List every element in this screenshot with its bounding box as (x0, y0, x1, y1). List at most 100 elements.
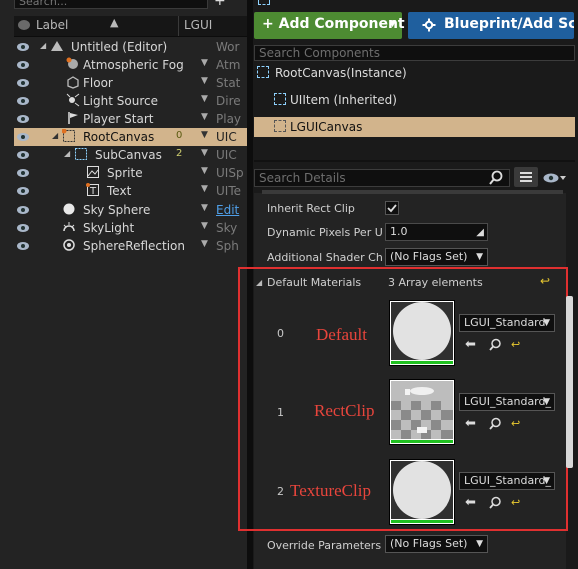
component-label: RootCanvas(Instance) (275, 66, 407, 80)
reflection-capture-icon (62, 238, 76, 252)
dynamic-pixels-label: Dynamic Pixels Per Un (267, 226, 382, 239)
visibility-eye-icon[interactable] (17, 97, 29, 105)
outliner-row-subcanvas[interactable]: ◢ SubCanvas 2 ▼ UIC (14, 146, 247, 164)
type-dropdown-icon[interactable]: ▼ (201, 58, 208, 68)
outliner-row-sky-sphere[interactable]: Sky Sphere ▼ Edit (14, 201, 247, 219)
text-icon: T (86, 183, 100, 197)
static-mesh-icon (66, 75, 80, 89)
row-label: SkyLight (83, 221, 135, 235)
component-label: LGUICanvas (290, 120, 363, 134)
canvas-component-icon (257, 66, 269, 78)
search-components-input[interactable]: Search Components (254, 45, 575, 61)
override-parameters-combo[interactable]: (No Flags Set) ▼ (385, 535, 488, 553)
row-type: Sky (216, 221, 238, 235)
type-dropdown-icon[interactable]: ▼ (201, 94, 208, 104)
outliner-row-sprite[interactable]: Sprite ▼ UISp (14, 164, 247, 182)
uiitem-component-icon (274, 93, 286, 105)
row-label: Sky Sphere (83, 203, 151, 217)
row-label: Player Start (83, 112, 154, 126)
visibility-eye-icon[interactable] (17, 79, 29, 87)
row-type: Sph (216, 239, 239, 253)
outliner-row-rootcanvas[interactable]: ◢ RootCanvas 0 ▼ UIC (14, 128, 247, 146)
sort-arrow-icon[interactable]: ▲ (110, 16, 118, 29)
world-icon (50, 39, 64, 53)
outliner-row-untitled[interactable]: ◢ Untitled (Editor) Wor (14, 38, 247, 56)
outliner-row-skylight[interactable]: SkyLight ▼ Sky (14, 219, 247, 237)
visibility-eye-icon[interactable] (17, 115, 29, 123)
collapse-arrow-icon[interactable]: ◢ (52, 131, 58, 140)
row-label: Sprite (107, 166, 143, 180)
child-count-badge: 0 (176, 130, 183, 141)
add-plus-icon[interactable]: + (214, 0, 234, 8)
flag-icon (66, 111, 80, 125)
chevron-down-icon: ▼ (476, 539, 483, 549)
type-dropdown-icon[interactable]: ▼ (201, 112, 208, 122)
component-label: UIItem (Inherited) (290, 93, 397, 107)
dynamic-pixels-input[interactable]: 1.0 ◢ (385, 223, 488, 241)
visibility-eye-icon[interactable] (17, 206, 29, 214)
additional-shader-combo[interactable]: (No Flags Set) ▼ (385, 248, 488, 266)
type-dropdown-icon[interactable]: ▼ (201, 166, 208, 176)
property-matrix-button[interactable] (514, 167, 538, 187)
outliner-row-floor[interactable]: Floor ▼ Stat (14, 74, 247, 92)
row-type: Dire (216, 94, 241, 108)
type-dropdown-icon[interactable]: ▼ (201, 203, 208, 213)
component-item-lguicanvas[interactable]: LGUICanvas (254, 117, 575, 137)
view-options-eye-icon[interactable] (543, 172, 567, 187)
blueprint-add-script-button[interactable]: Blueprint/Add Scr (408, 12, 574, 39)
visibility-eye-icon[interactable] (17, 169, 29, 177)
visibility-eye-icon[interactable] (17, 242, 29, 250)
row-label: RootCanvas (83, 130, 155, 144)
visibility-eye-icon[interactable] (17, 133, 29, 141)
section-divider (254, 160, 575, 162)
add-component-button[interactable]: + Add Component ▼ (254, 12, 405, 39)
type-dropdown-icon[interactable]: ▼ (201, 221, 208, 231)
child-count-badge: 2 (176, 148, 183, 159)
row-type: Stat (216, 76, 241, 90)
visibility-eye-icon[interactable] (17, 224, 29, 232)
outliner-row-sphere-reflection[interactable]: SphereReflection ▼ Sph (14, 237, 247, 255)
collapse-arrow-icon[interactable]: ◢ (40, 41, 46, 50)
visibility-eye-icon[interactable] (17, 61, 29, 69)
world-outliner: Search... + Label ▲ LGUI ◢ Untitled (Edi… (0, 0, 247, 569)
row-type: Atm (216, 58, 241, 72)
label-column-header[interactable]: Label (36, 18, 68, 32)
type-dropdown-icon[interactable]: ▼ (201, 130, 208, 140)
inherit-rect-clip-checkbox[interactable] (385, 201, 399, 215)
resize-handle-icon[interactable]: ◢ (476, 225, 484, 241)
component-item-uiitem[interactable]: UIItem (Inherited) (254, 90, 575, 110)
visibility-eye-icon[interactable] (17, 43, 29, 51)
sphere-icon (62, 202, 76, 216)
component-icon-top (258, 0, 270, 5)
outliner-search-input[interactable]: Search... (14, 0, 208, 9)
type-dropdown-icon[interactable]: ▼ (201, 184, 208, 194)
visibility-eye-icon[interactable] (17, 151, 29, 159)
type-dropdown-icon[interactable]: ▼ (201, 148, 208, 158)
row-type: UISp (216, 166, 244, 180)
row-type-link[interactable]: Edit (216, 203, 239, 217)
canvas-icon (61, 128, 76, 143)
chevron-down-icon: ▼ (389, 19, 396, 29)
additional-shader-label: Additional Shader Char (267, 251, 382, 264)
collapse-arrow-icon[interactable]: ◢ (64, 149, 70, 158)
component-item-rootcanvas[interactable]: RootCanvas(Instance) (254, 63, 575, 83)
outliner-row-text[interactable]: T Text ▼ UITe (14, 182, 247, 200)
override-parameters-label: Override Parameters (267, 539, 382, 552)
row-label: SphereReflection (83, 239, 185, 253)
row-label: Untitled (Editor) (71, 40, 168, 54)
type-dropdown-icon[interactable]: ▼ (201, 239, 208, 249)
visibility-eye-icon[interactable] (17, 187, 29, 195)
search-icon[interactable] (488, 170, 504, 189)
outliner-header: Label ▲ LGUI (14, 16, 247, 37)
details-scrollbar[interactable] (566, 296, 573, 468)
outliner-row-light-source[interactable]: Light Source ▼ Dire (14, 92, 247, 110)
outliner-row-atmospheric-fog[interactable]: Atmospheric Fog ▼ Atm (14, 56, 247, 74)
outliner-row-player-start[interactable]: Player Start ▼ Play (14, 110, 247, 128)
combo-value: (No Flags Set) (390, 250, 468, 263)
chevron-down-icon: ▼ (476, 252, 483, 262)
row-label: Atmospheric Fog (83, 58, 184, 72)
type-column-header[interactable]: LGUI (184, 18, 212, 32)
column-divider (178, 16, 179, 36)
type-dropdown-icon[interactable]: ▼ (201, 76, 208, 86)
search-details-input[interactable]: Search Details (254, 169, 510, 187)
